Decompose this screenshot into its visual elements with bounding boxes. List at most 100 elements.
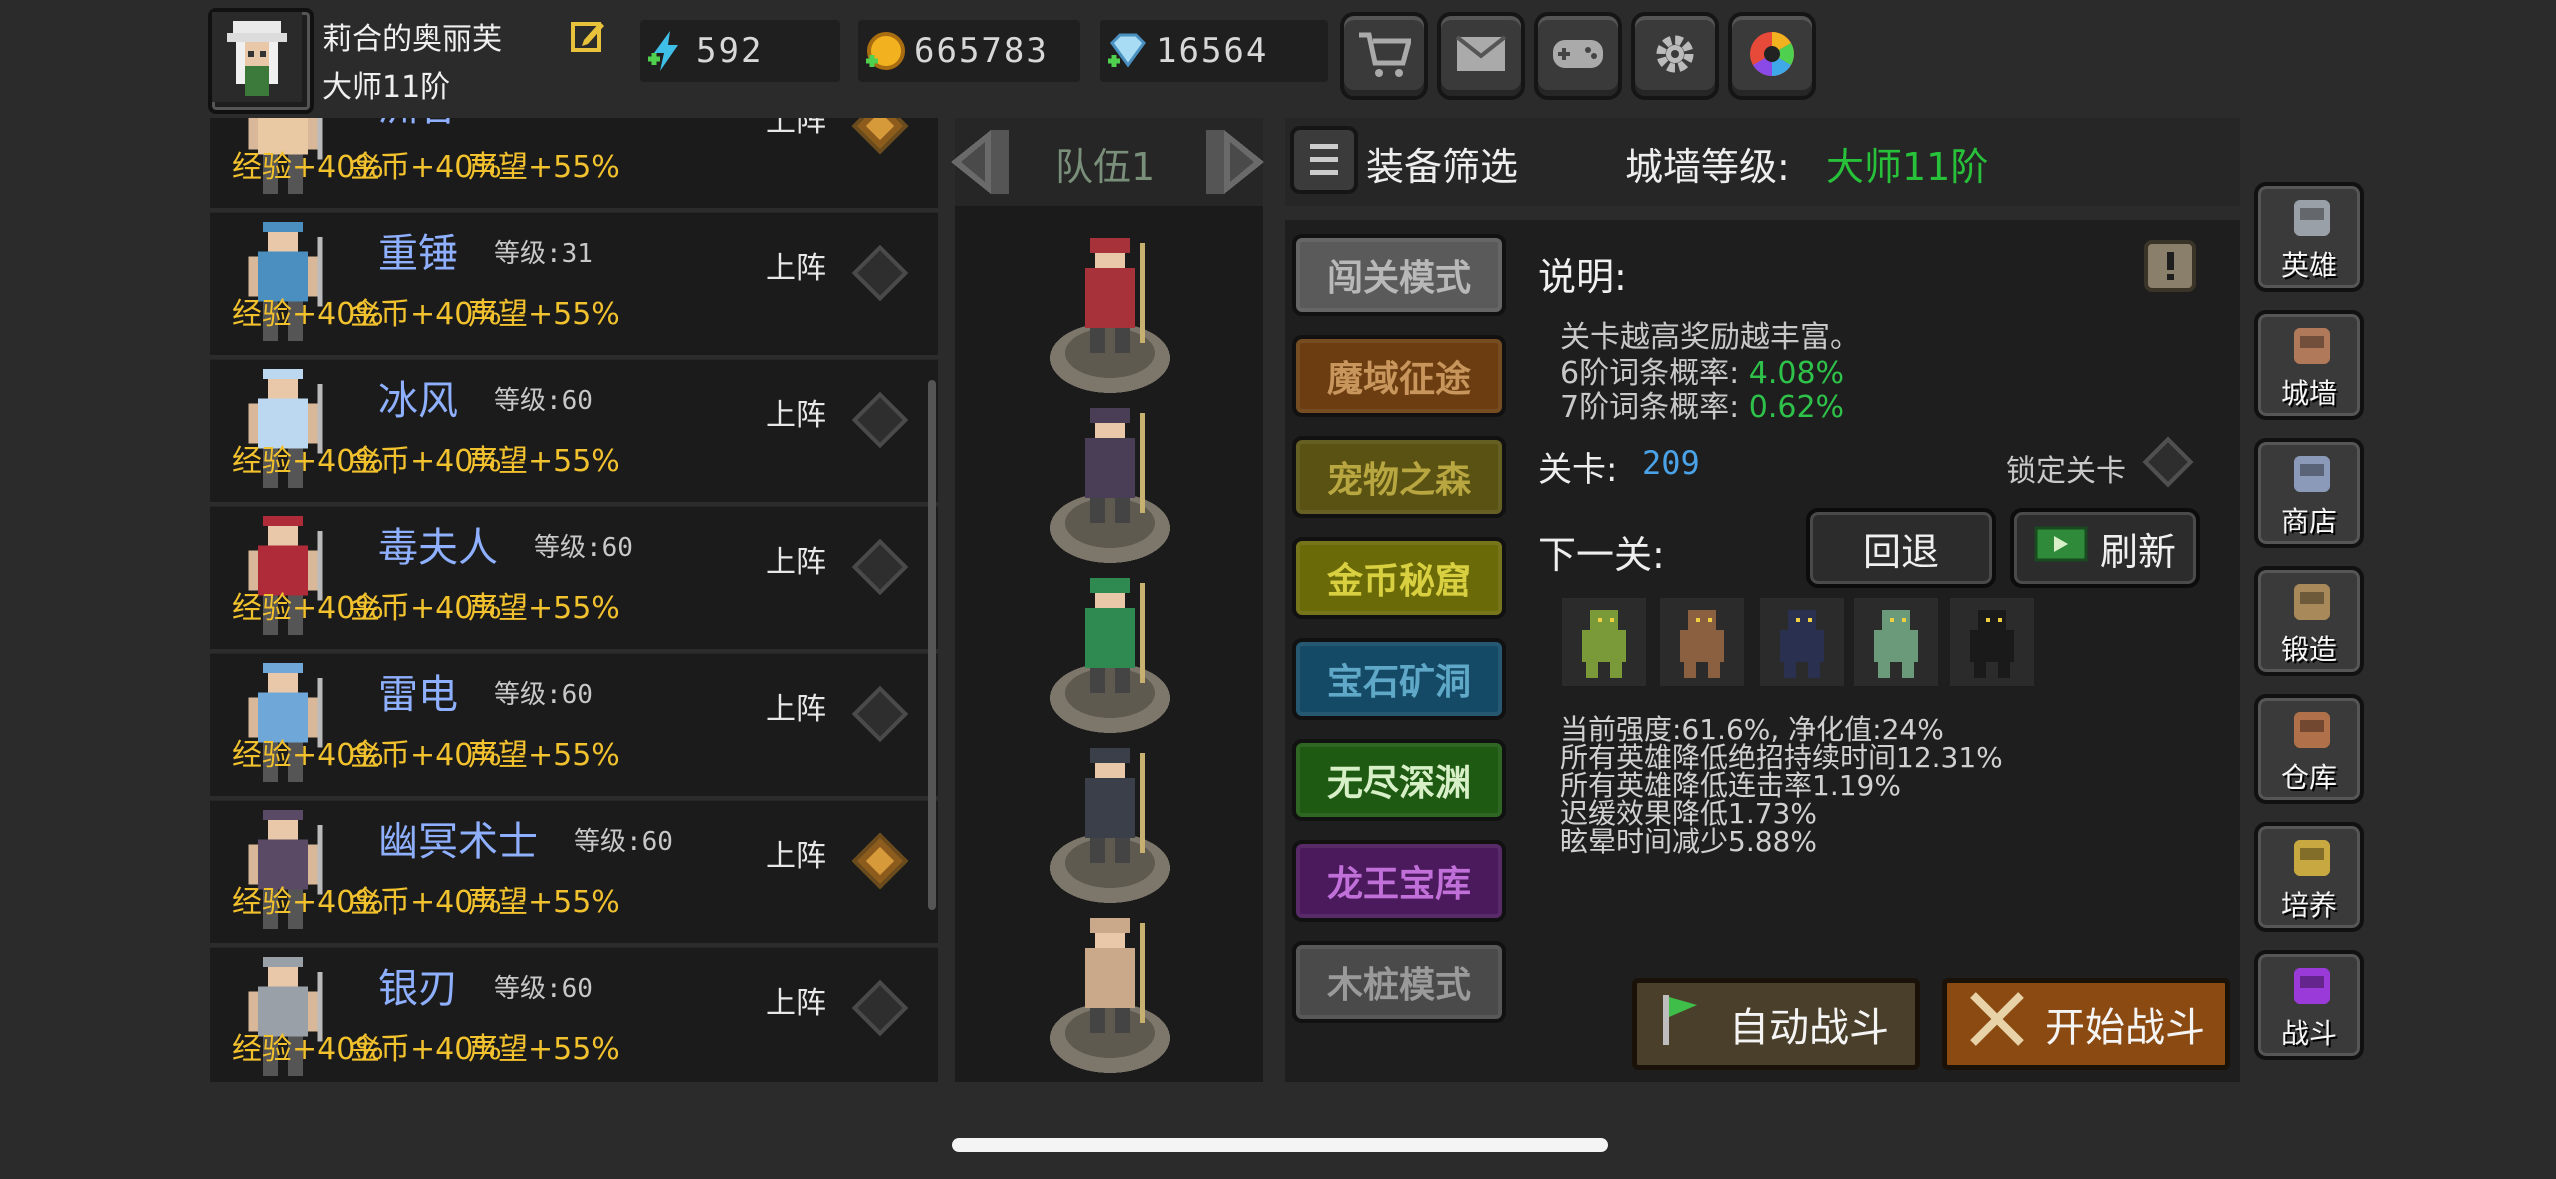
community-button[interactable] (1728, 12, 1816, 100)
mail-button[interactable] (1437, 12, 1525, 100)
hero-deploy-label: 上阵 (766, 839, 826, 874)
flag-icon (1657, 991, 1701, 1057)
hero-list[interactable]: 洲谷等级:60经验+40%金币+40%声望+55%上阵重锤等级:31经验+40%… (210, 118, 938, 1082)
hero-deploy-toggle[interactable] (851, 118, 909, 155)
gold-resource: 665783 (858, 20, 1080, 82)
hero-level: 等级:60 (494, 968, 593, 1005)
team-slot[interactable] (1045, 398, 1175, 568)
hero-level-value: 31 (561, 239, 593, 269)
ad-video-icon (2034, 524, 2088, 573)
side-nav-5[interactable]: 仓库 (2254, 694, 2364, 804)
mode-button[interactable]: 魔域征途 (1292, 335, 1506, 417)
side-nav-label: 城墙 (2280, 377, 2337, 410)
hero-row[interactable]: 雷电 等级:60 经验+40% 金币+40% 声望+55% 上阵 (210, 654, 938, 800)
hero-deploy-toggle[interactable] (851, 244, 909, 302)
edit-name-icon[interactable] (570, 18, 606, 54)
minotaur-enemy-icon[interactable] (1660, 598, 1744, 686)
hero-level-value: 60 (561, 680, 593, 710)
player-avatar[interactable] (208, 8, 314, 114)
hero-deploy-toggle[interactable] (851, 832, 909, 890)
panther-enemy-icon[interactable] (1950, 598, 2034, 686)
settings-button[interactable] (1631, 12, 1719, 100)
mode-button[interactable]: 金币秘窟 (1292, 537, 1506, 619)
side-nav-label: 锻造 (2280, 633, 2337, 666)
mode-button[interactable]: 无尽深渊 (1292, 739, 1506, 821)
hero-deploy-label: 上阵 (766, 986, 826, 1021)
tier7-value: 0.62% (1748, 390, 1845, 425)
start-battle-button[interactable]: 开始战斗 (1942, 978, 2230, 1070)
hero-deploy-label: 上阵 (766, 118, 826, 139)
mode-button[interactable]: 木桩模式 (1292, 941, 1506, 1023)
hero-fame-bonus: 声望+55% (468, 738, 620, 773)
cart-icon (1357, 29, 1413, 83)
hero-row[interactable]: 幽冥术士 等级:60 经验+40% 金币+40% 声望+55% 上阵 (210, 801, 938, 947)
team-slot[interactable] (1045, 228, 1175, 398)
hero-fame-bonus: 声望+55% (468, 1032, 620, 1067)
hero-list-scrollbar[interactable] (928, 380, 936, 910)
medusa-enemy-icon[interactable] (1562, 598, 1646, 686)
side-nav-label: 战斗 (2280, 1017, 2337, 1050)
hero-deploy-toggle[interactable] (851, 391, 909, 449)
side-nav-7[interactable]: 战斗 (2254, 950, 2364, 1060)
gold-value: 665783 (914, 31, 1049, 71)
hero-deploy-toggle[interactable] (851, 685, 909, 743)
gold-coin-plus-icon[interactable] (862, 29, 906, 73)
list-menu-icon (1294, 144, 1354, 194)
hero-deploy-toggle[interactable] (851, 979, 909, 1037)
auto-battle-button[interactable]: 自动战斗 (1632, 978, 1920, 1070)
side-nav-3[interactable]: 商店 (2254, 438, 2364, 548)
refresh-button[interactable]: 刷新 (2010, 508, 2200, 588)
side-nav-label: 英雄 (2280, 249, 2337, 282)
hero-level: 等级:60 (574, 821, 673, 858)
back-button[interactable]: 回退 (1806, 508, 1996, 588)
dark-crystal-enemy-icon[interactable] (1760, 598, 1844, 686)
wall-level-label: 城墙等级: (1625, 145, 1790, 189)
hero-level-label: 等级: (494, 239, 562, 269)
side-nav-4[interactable]: 锻造 (2254, 566, 2364, 676)
team-slot[interactable] (1045, 568, 1175, 738)
hero-level-value: 60 (601, 533, 633, 563)
prev-team-arrow[interactable] (945, 124, 1015, 200)
hero-row[interactable]: 洲谷等级:60经验+40%金币+40%声望+55%上阵 (210, 118, 938, 212)
shop-cart-button[interactable] (1340, 12, 1428, 100)
hero-name: 银刃 (378, 966, 458, 1012)
gamepad-button[interactable] (1534, 12, 1622, 100)
mode-button[interactable]: 宝石矿洞 (1292, 638, 1506, 720)
arrow-right-icon (1200, 130, 1270, 204)
hero-name: 雷电 (378, 672, 458, 718)
hero-level-label: 等级: (494, 118, 562, 122)
home-indicator[interactable] (952, 1138, 1608, 1152)
hero-row[interactable]: 银刃 等级:60 经验+40% 金币+40% 声望+55% 上阵 (210, 948, 938, 1082)
hero-level: 等级:60 (494, 674, 593, 711)
next-team-arrow[interactable] (1200, 124, 1270, 200)
stage-value: 209 (1642, 444, 1700, 482)
side-nav-label: 商店 (2280, 505, 2337, 538)
hero-level-value: 60 (562, 118, 593, 122)
serpent-coil-enemy-icon[interactable] (1854, 598, 1938, 686)
hero-row[interactable]: 冰风 等级:60 经验+40% 金币+40% 声望+55% 上阵 (210, 360, 938, 506)
hero-name: 重锤 (378, 231, 458, 277)
mode-button[interactable]: 闯关模式 (1292, 234, 1506, 316)
mode-button[interactable]: 龙王宝库 (1292, 840, 1506, 922)
equipment-filter-button[interactable] (1290, 126, 1358, 194)
hero-level-label: 等级: (534, 533, 602, 563)
hero-fame-bonus: 声望+55% (468, 591, 620, 626)
energy-plus-icon[interactable] (644, 29, 688, 73)
hero-row[interactable]: 重锤 等级:31 经验+40% 金币+40% 声望+55% 上阵 (210, 213, 938, 359)
hero-row[interactable]: 毒夫人 等级:60 经验+40% 金币+40% 声望+55% 上阵 (210, 507, 938, 653)
team-slot[interactable] (1045, 738, 1175, 908)
hero-deploy-toggle[interactable] (851, 538, 909, 596)
info-icon[interactable] (2144, 240, 2196, 292)
hero-fame-bonus: 声望+55% (468, 444, 620, 479)
side-nav-1[interactable]: 英雄 (2254, 182, 2364, 292)
camera-aperture-icon (1747, 29, 1797, 83)
lock-stage-label: 锁定关卡 (2006, 454, 2126, 489)
side-nav-2[interactable]: 城墙 (2254, 310, 2364, 420)
diamond-plus-icon[interactable] (1104, 29, 1148, 73)
hero-level-value: 60 (561, 386, 593, 416)
equipment-filter-label[interactable]: 装备筛选 (1366, 136, 1518, 191)
top-bar: 莉合的奥丽芙 大师11阶 592 665783 16564 (0, 0, 2556, 114)
mode-button[interactable]: 宠物之森 (1292, 436, 1506, 518)
side-nav-6[interactable]: 培养 (2254, 822, 2364, 932)
team-slot[interactable] (1045, 908, 1175, 1078)
